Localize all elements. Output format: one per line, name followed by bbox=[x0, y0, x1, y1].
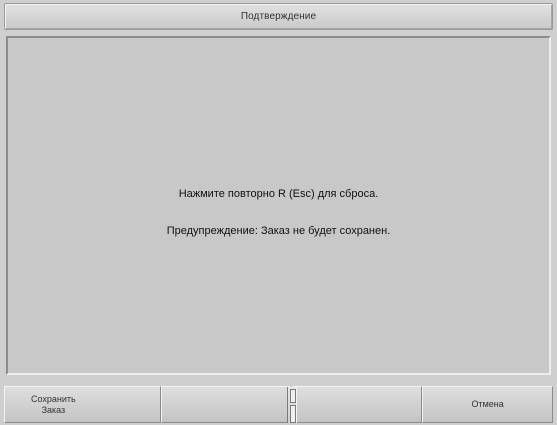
save-order-label: Сохранить Заказ bbox=[31, 393, 76, 415]
reset-instruction-text: Нажмите повторно R (Esc) для сброса. bbox=[178, 188, 379, 200]
scroll-handle[interactable] bbox=[286, 387, 297, 423]
cancel-label: Отмена bbox=[471, 399, 504, 409]
save-order-button[interactable]: Сохранить Заказ bbox=[4, 386, 161, 423]
function-key-2-button[interactable] bbox=[160, 386, 292, 423]
title-bar: Подтверждение bbox=[4, 3, 553, 30]
function-key-3-button[interactable] bbox=[286, 386, 423, 423]
confirmation-window: Подтверждение Нажмите повторно R (Esc) д… bbox=[0, 0, 557, 425]
message-panel: Нажмите повторно R (Esc) для сброса. Пре… bbox=[6, 36, 551, 375]
window-title: Подтверждение bbox=[240, 11, 317, 22]
function-key-bar: Сохранить Заказ Отмена bbox=[4, 386, 553, 423]
warning-text: Предупреждение: Заказ не будет сохранен. bbox=[166, 225, 391, 237]
cancel-button[interactable]: Отмена bbox=[422, 386, 553, 423]
